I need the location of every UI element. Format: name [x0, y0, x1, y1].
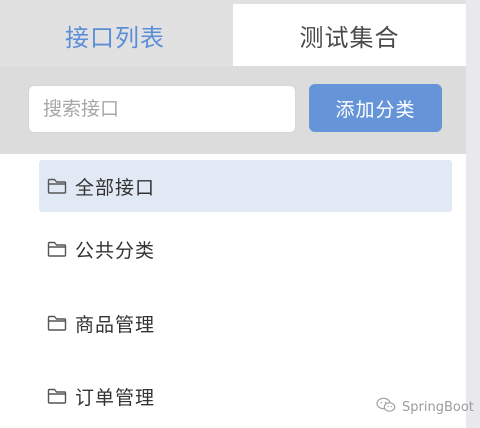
add-category-button-label: 添加分类 [335, 98, 416, 121]
tab-bar: 接口列表 测试集合 [0, 0, 466, 66]
toolbar: 添加分类 [0, 66, 466, 154]
watermark-text: SpringBoot [402, 399, 474, 415]
tree-item-label: 订单管理 [75, 386, 156, 409]
folder-icon [47, 314, 67, 332]
wechat-icon [376, 397, 396, 417]
category-tree: 全部接口 公共分类 商品管理 订单管理 [0, 154, 466, 428]
add-category-button[interactable]: 添加分类 [309, 84, 442, 132]
tab-interface-list[interactable]: 接口列表 [0, 4, 230, 66]
tab-interface-list-label: 接口列表 [65, 23, 165, 52]
tree-item-label: 全部接口 [75, 176, 156, 199]
folder-icon [47, 240, 67, 258]
tree-item-label: 商品管理 [75, 313, 156, 336]
tree-item-label: 公共分类 [75, 239, 156, 262]
folder-icon [47, 387, 67, 405]
tree-item-product-management[interactable]: 商品管理 [39, 297, 452, 349]
tab-test-collection[interactable]: 测试集合 [233, 4, 466, 66]
interface-panel: 接口列表 测试集合 添加分类 全部接口 公共分类 [0, 0, 466, 428]
search-input[interactable] [28, 85, 296, 133]
watermark: SpringBoot [376, 397, 474, 417]
tree-item-public-category[interactable]: 公共分类 [39, 223, 452, 275]
tab-test-collection-label: 测试集合 [299, 23, 400, 52]
tree-item-all-interfaces[interactable]: 全部接口 [39, 160, 452, 212]
folder-icon [47, 177, 67, 195]
